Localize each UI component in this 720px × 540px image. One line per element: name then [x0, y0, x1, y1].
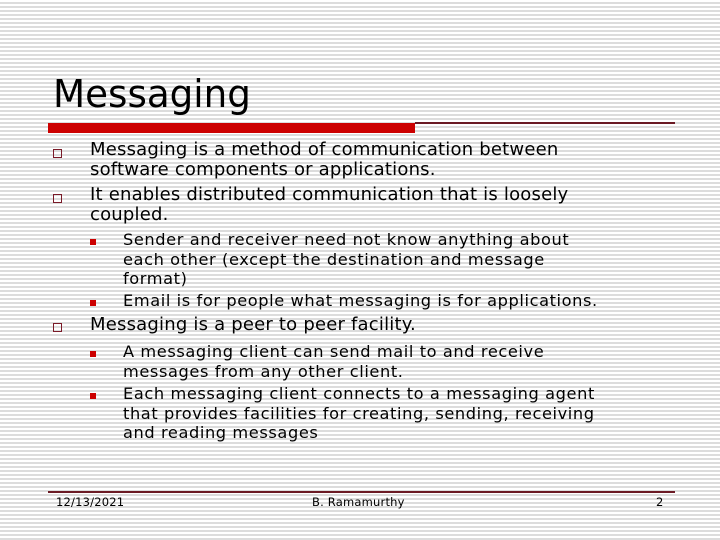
sub-bullet-line: Email is for people what messaging is fo…: [123, 291, 598, 310]
bullet-line: It enables distributed communication tha…: [90, 184, 569, 205]
sub-bullet-line: Each messaging client connects to a mess…: [123, 384, 595, 403]
bullet-text: Messaging is a method of communication b…: [90, 140, 670, 179]
hollow-square-bullet-icon: [53, 323, 62, 332]
sub-bullet-line: A messaging client can send mail to and …: [123, 342, 545, 361]
filled-square-bullet-icon: [90, 239, 96, 245]
filled-square-bullet-icon: [90, 393, 96, 399]
sub-bullet-text: A messaging client can send mail to and …: [123, 342, 683, 381]
bullet-line: Messaging is a peer to peer facility.: [90, 314, 416, 335]
sub-bullet-line: each other (except the destination and m…: [123, 249, 545, 269]
bullet-line: software components or applications.: [90, 158, 436, 180]
bullet-line: coupled.: [90, 203, 169, 225]
hollow-square-bullet-icon: [53, 194, 62, 203]
sub-bullet-line: that provides facilities for creating, s…: [123, 403, 595, 423]
bullet-text: It enables distributed communication tha…: [90, 185, 670, 224]
sub-bullet-line: format): [123, 269, 188, 288]
sub-bullet-line: and reading messages: [123, 423, 319, 442]
sub-bullet-text: Email is for people what messaging is fo…: [123, 291, 683, 311]
footer-page-number: 2: [656, 495, 664, 509]
filled-square-bullet-icon: [90, 351, 96, 357]
filled-square-bullet-icon: [90, 300, 96, 306]
footer-author: B. Ramamurthy: [312, 495, 405, 509]
sub-bullet-text: Sender and receiver need not know anythi…: [123, 230, 683, 289]
hollow-square-bullet-icon: [53, 149, 62, 158]
bullet-text: Messaging is a peer to peer facility.: [90, 315, 670, 335]
bullet-line: Messaging is a method of communication b…: [90, 139, 559, 160]
sub-bullet-text: Each messaging client connects to a mess…: [123, 384, 683, 443]
footer-date: 12/13/2021: [56, 495, 125, 509]
sub-bullet-line: Sender and receiver need not know anythi…: [123, 230, 570, 249]
sub-bullet-line: messages from any other client.: [123, 361, 404, 381]
footer-divider: [48, 491, 675, 493]
slide-body: Messaging is a method of communication b…: [0, 0, 720, 540]
